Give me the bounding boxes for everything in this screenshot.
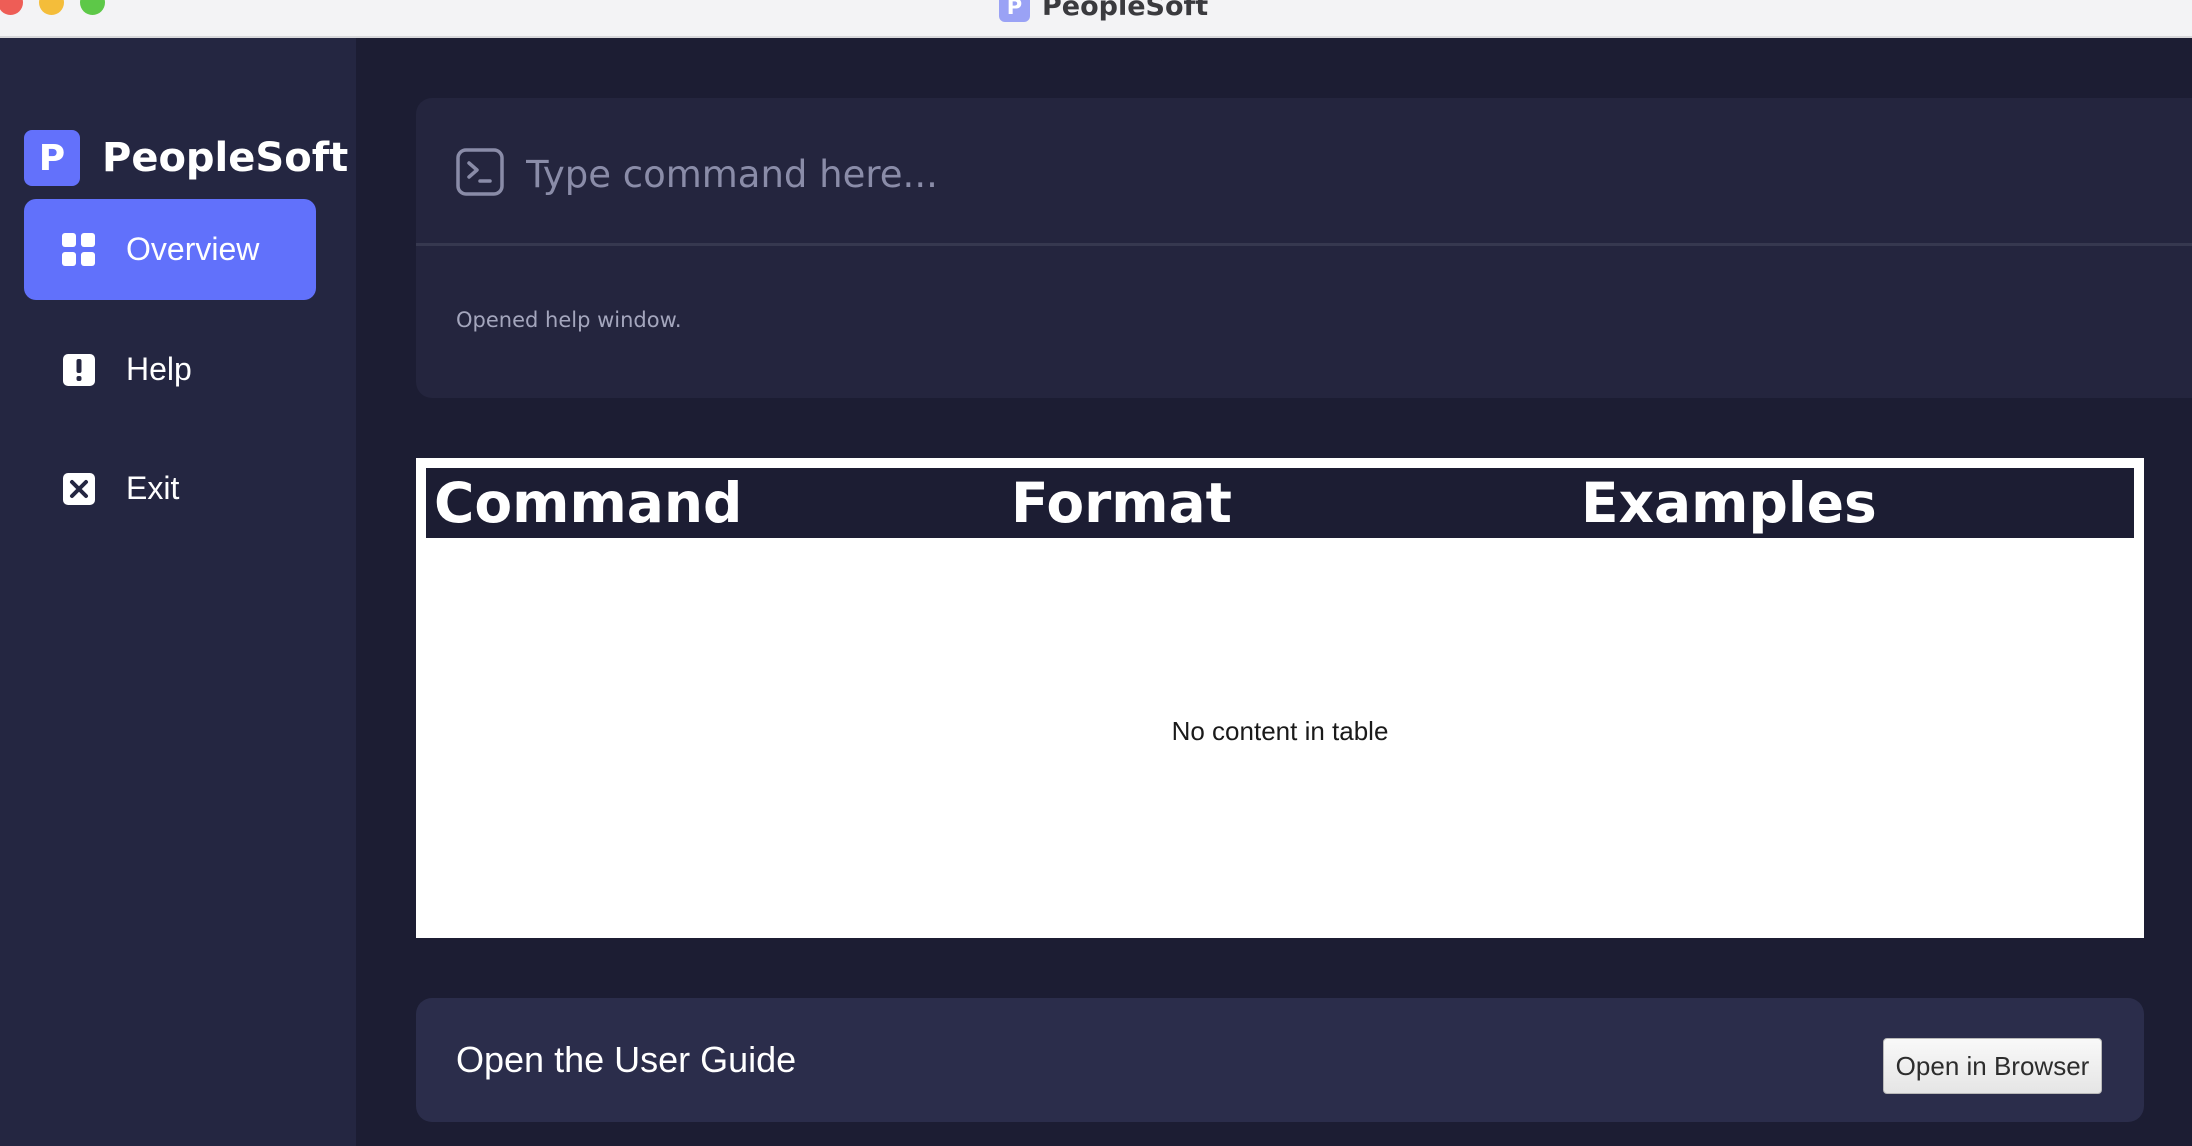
sidebar: P PeopleSoft Overview Help Exit — [0, 38, 356, 1146]
brand-logo: P — [24, 130, 80, 186]
command-result: Opened help window. — [456, 308, 682, 332]
column-header-command[interactable]: Command — [434, 468, 742, 538]
open-in-browser-button[interactable]: Open in Browser — [1883, 1038, 2102, 1094]
command-bar — [456, 148, 1926, 200]
brand-name: PeopleSoft — [102, 135, 349, 181]
table-empty-message: No content in table — [1171, 716, 1389, 746]
sidebar-item-exit[interactable]: Exit — [24, 438, 316, 539]
table-header: Command Format Examples — [426, 468, 2134, 538]
sidebar-item-overview[interactable]: Overview — [24, 199, 316, 300]
user-guide-label: Open the User Guide — [456, 1039, 797, 1080]
command-input[interactable] — [526, 152, 1926, 196]
sidebar-item-label: Overview — [126, 231, 260, 267]
exclamation-icon — [62, 353, 96, 387]
window-titlebar: P PeopleSoft — [0, 0, 2192, 38]
maximize-window-button[interactable] — [80, 0, 105, 15]
window-title-text: PeopleSoft — [1042, 0, 1209, 22]
sidebar-item-label: Help — [126, 351, 192, 387]
user-guide-panel: Open the User Guide Open in Browser — [416, 998, 2144, 1122]
grid-icon — [62, 232, 96, 267]
column-header-format[interactable]: Format — [1011, 468, 1232, 538]
close-box-icon — [62, 472, 96, 506]
command-panel: Opened help window. — [416, 98, 2192, 398]
window-title: P PeopleSoft — [999, 0, 1208, 22]
terminal-icon — [456, 148, 504, 200]
brand: P PeopleSoft — [24, 130, 348, 186]
command-divider — [416, 243, 2192, 246]
column-header-examples[interactable]: Examples — [1581, 468, 1877, 538]
close-window-button[interactable] — [0, 0, 23, 15]
sidebar-item-help[interactable]: Help — [24, 319, 316, 420]
app-icon: P — [999, 0, 1030, 22]
minimize-window-button[interactable] — [39, 0, 64, 15]
sidebar-item-label: Exit — [126, 470, 180, 506]
help-table: Command Format Examples No content in ta… — [416, 458, 2144, 938]
